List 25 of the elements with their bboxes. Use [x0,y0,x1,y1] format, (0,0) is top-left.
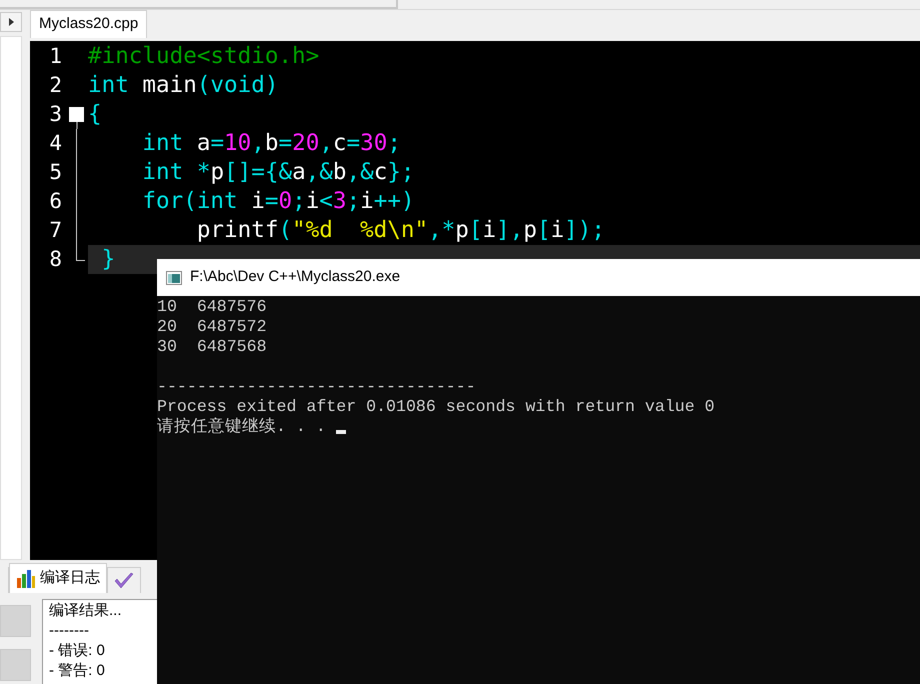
console-output-line: 30 6487568 [157,337,267,357]
log-line: - 警告: 0 [49,661,106,681]
code-line: for(int i=0;i<3;i++) [141,187,416,216]
console-output-line: -------------------------------- [157,377,476,397]
log-line: - 错误: 0 [49,641,106,661]
code-line: #include<stdio.h> [88,42,320,71]
code-line: { [88,100,103,129]
line-number: 2 [48,72,63,99]
console-output-line: 10 6487576 [157,297,267,317]
code-line: printf("%d %d\n",*p[i],p[i]); [196,216,606,245]
line-number: 5 [48,158,63,186]
code-line: int *p[]={&a,&b,&c}; [141,158,416,187]
code-line: int a=10,b=20,c=30; [141,129,402,158]
code-line: int main(void) [88,71,280,100]
line-number: 4 [48,130,63,157]
line-number: 3 [48,100,63,128]
console-output-line: 请按任意键继续. . . [157,417,327,437]
console-output-line: Process exited after 0.01086 seconds with return value 0 [157,397,715,417]
line-number: 8 [48,246,63,273]
log-line: -------- [49,621,90,641]
log-line: 编译结果... [49,601,123,621]
line-number: 6 [48,188,63,215]
line-number: 7 [48,216,63,244]
line-number: 1 [48,42,63,70]
console-output-line: 20 6487572 [157,317,267,337]
